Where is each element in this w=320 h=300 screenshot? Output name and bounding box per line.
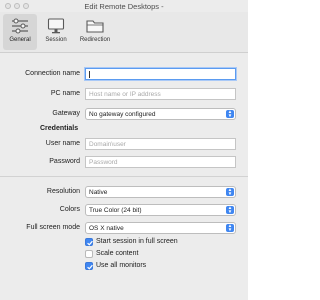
start-session-full-screen-label: Start session in full screen <box>96 238 178 245</box>
scale-content-checkbox[interactable] <box>85 250 93 258</box>
colors-select[interactable]: True Color (24 bit) ▲ ▼ <box>85 204 236 216</box>
title-bar: Edit Remote Desktops - <box>0 0 248 12</box>
tab-general-label: General <box>9 37 31 43</box>
gateway-select[interactable]: No gateway configured ▲ ▼ <box>85 108 236 120</box>
gateway-selected-value: No gateway configured <box>89 111 156 118</box>
folder-icon <box>86 20 104 33</box>
user-name-placeholder: Domain\user <box>89 141 126 148</box>
password-placeholder: Password <box>89 159 118 166</box>
window-title: Edit Remote Desktops - <box>84 2 164 11</box>
up-down-chevron-icon: ▲ ▼ <box>226 109 234 118</box>
up-down-chevron-icon: ▲ ▼ <box>226 187 234 196</box>
password-row: Password Password <box>0 155 248 169</box>
colors-label: Colors <box>59 206 80 213</box>
resolution-label: Resolution <box>46 188 80 195</box>
user-name-row: User name Domain\user <box>0 137 248 151</box>
gateway-row: Gateway No gateway configured ▲ ▼ <box>0 107 248 121</box>
divider <box>0 176 248 177</box>
full-screen-mode-select[interactable]: OS X native ▲ ▼ <box>85 222 236 234</box>
scale-content-label: Scale content <box>96 250 139 257</box>
password-label: Password <box>49 158 80 165</box>
tab-session[interactable]: Session <box>40 14 72 50</box>
sliders-icon <box>12 18 28 34</box>
tab-redirection-label: Redirection <box>79 37 111 43</box>
connection-name-field[interactable] <box>85 68 236 80</box>
resolution-row: Resolution Native ▲ ▼ <box>0 185 248 199</box>
general-settings-panel: Connection name PC name Host name or IP … <box>0 53 248 300</box>
pc-name-placeholder: Host name or IP address <box>89 91 161 98</box>
colors-row: Colors True Color (24 bit) ▲ ▼ <box>0 203 248 217</box>
start-session-full-screen-checkbox[interactable] <box>85 238 93 246</box>
user-name-field[interactable]: Domain\user <box>85 138 236 150</box>
checkmark-icon <box>87 264 93 270</box>
gateway-label: Gateway <box>52 110 80 117</box>
credentials-heading: Credentials <box>40 125 79 132</box>
tab-session-label: Session <box>45 37 67 43</box>
pc-name-label: PC name <box>50 90 80 97</box>
use-all-monitors-checkbox[interactable] <box>85 262 93 270</box>
use-all-monitors-label: Use all monitors <box>96 262 147 269</box>
toolbar: General Session Redirection <box>0 12 248 53</box>
tab-general[interactable]: General <box>3 14 37 50</box>
full-screen-mode-selected-value: OS X native <box>89 225 124 232</box>
password-field[interactable]: Password <box>85 156 236 168</box>
connection-name-label: Connection name <box>25 70 80 77</box>
full-screen-mode-label: Full screen mode <box>26 224 80 231</box>
pc-name-row: PC name Host name or IP address <box>0 87 248 101</box>
resolution-selected-value: Native <box>89 189 108 196</box>
user-name-label: User name <box>45 140 80 147</box>
monitor-icon <box>47 18 65 34</box>
pc-name-field[interactable]: Host name or IP address <box>85 88 236 100</box>
edit-remote-desktops-window: Edit Remote Desktops - General Session R… <box>0 0 248 300</box>
tab-redirection[interactable]: Redirection <box>75 14 115 50</box>
full-screen-mode-row: Full screen mode OS X native ▲ ▼ <box>0 221 248 235</box>
up-down-chevron-icon: ▲ ▼ <box>226 205 234 214</box>
colors-selected-value: True Color (24 bit) <box>89 207 142 214</box>
checkmark-icon <box>87 240 93 246</box>
up-down-chevron-icon: ▲ ▼ <box>226 223 234 232</box>
resolution-select[interactable]: Native ▲ ▼ <box>85 186 236 198</box>
text-caret <box>89 71 90 78</box>
connection-name-row: Connection name <box>0 67 248 81</box>
